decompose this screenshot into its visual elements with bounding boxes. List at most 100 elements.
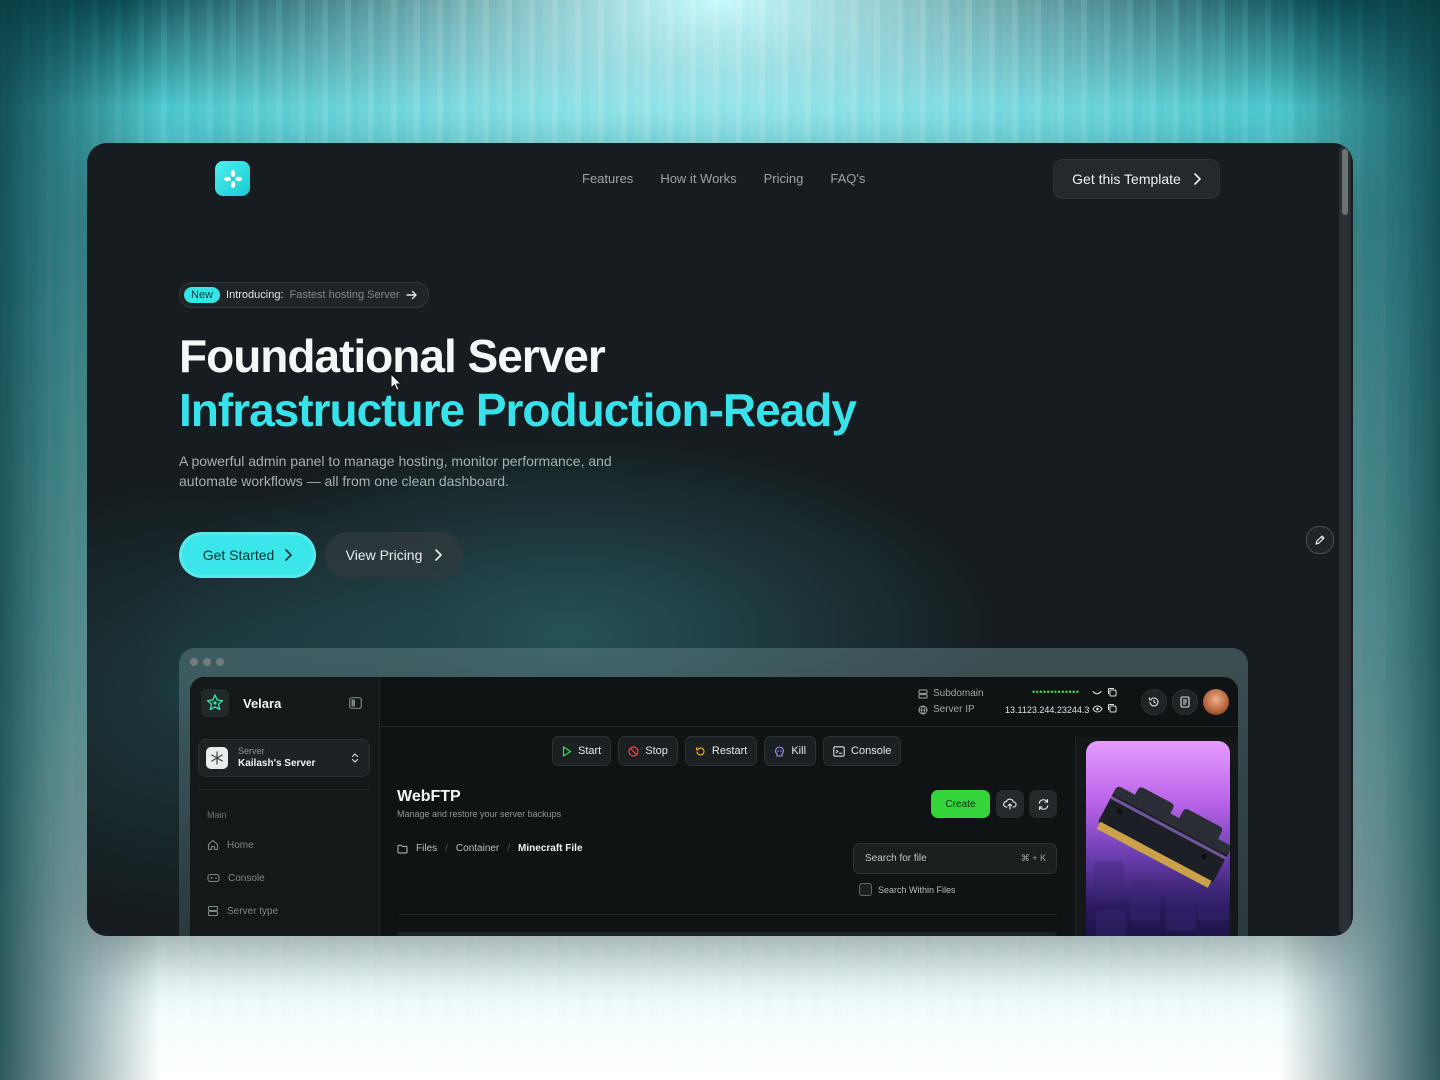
skull-icon	[775, 745, 785, 757]
view-pricing-label: View Pricing	[345, 547, 423, 563]
stop-icon	[628, 745, 639, 757]
sidebar-item-label: Server type	[227, 905, 279, 917]
history-button[interactable]	[1141, 689, 1167, 715]
hero-title: Foundational Server Infrastructure Produ…	[179, 329, 857, 437]
server-stack-icon	[207, 905, 219, 917]
main-nav: Features How it Works Pricing FAQ's	[582, 171, 865, 186]
sidebar-collapse-icon[interactable]	[349, 697, 362, 709]
stop-label: Stop	[645, 745, 668, 757]
breadcrumb-current: Minecraft File	[518, 843, 583, 854]
sidebar-divider	[198, 789, 370, 790]
get-started-label: Get Started	[202, 547, 275, 563]
globe-icon	[918, 705, 928, 714]
sidebar-item-label: Console	[228, 872, 265, 884]
upload-button[interactable]	[996, 790, 1024, 818]
app-topbar: Subdomain ••••••••••••• Server IP 13.112…	[380, 677, 1238, 727]
breadcrumb-files[interactable]: Files	[416, 843, 437, 854]
window-dot-minimize	[203, 658, 211, 666]
document-icon	[1180, 696, 1190, 708]
subdomain-label: Subdomain	[918, 688, 984, 699]
server-snowflake-icon	[206, 747, 228, 769]
scrollbar-thumb[interactable]	[1342, 149, 1348, 215]
app-frame: Velara Server Kailash's Server Main Home	[190, 677, 1238, 936]
search-within-files-checkbox[interactable]: Search Within Files	[859, 883, 956, 896]
edit-floating-button[interactable]	[1306, 526, 1334, 554]
server-hardware-card	[1075, 737, 1238, 936]
copy-icon[interactable]	[1107, 687, 1117, 697]
get-started-button[interactable]: Get Started	[179, 532, 316, 578]
breadcrumb-container[interactable]: Container	[456, 843, 499, 854]
chevron-up-down-icon	[351, 753, 359, 763]
hero-title-line-2: Infrastructure Production-Ready	[179, 384, 857, 436]
view-pricing-button[interactable]: View Pricing	[325, 532, 463, 578]
server-icon	[918, 689, 928, 698]
nav-link-pricing[interactable]: Pricing	[764, 171, 804, 186]
play-icon	[562, 745, 572, 757]
search-placeholder: Search for file	[865, 853, 927, 864]
server-selector[interactable]: Server Kailash's Server	[198, 739, 370, 777]
ram-module-image	[1086, 741, 1230, 936]
file-search-input[interactable]: Search for file ⌘ + K	[853, 843, 1057, 874]
pencil-icon	[1315, 535, 1325, 545]
content-divider	[397, 914, 1057, 915]
get-template-button[interactable]: Get this Template	[1053, 159, 1220, 199]
breadcrumb-separator: /	[507, 843, 511, 854]
server-ip-value: 13.1123.244.23244.3	[1005, 705, 1090, 715]
nav-link-faqs[interactable]: FAQ's	[830, 171, 865, 186]
eye-closed-icon[interactable]	[1092, 690, 1102, 697]
file-list-header	[397, 932, 1057, 936]
checkbox-label: Search Within Files	[878, 884, 956, 895]
page-subtitle: Manage and restore your server backups	[397, 809, 562, 819]
app-sidebar: Velara Server Kailash's Server Main Home	[190, 677, 380, 936]
subdomain-label-text: Subdomain	[933, 688, 984, 699]
search-shortcut-hint: ⌘ + K	[1020, 853, 1046, 863]
sparkle-logo-icon	[223, 169, 242, 188]
notes-button[interactable]	[1172, 689, 1198, 715]
checkbox-box[interactable]	[859, 883, 872, 896]
announcement-badge[interactable]: New Introducing: Fastest hosting Server	[179, 282, 429, 308]
console-button[interactable]: Console	[823, 736, 902, 766]
hero-subtitle: A powerful admin panel to manage hosting…	[179, 453, 612, 489]
eye-icon[interactable]	[1092, 705, 1103, 713]
copy-icon[interactable]	[1107, 703, 1117, 713]
dashboard-preview: Velara Server Kailash's Server Main Home	[179, 648, 1248, 936]
sidebar-item-server-type[interactable]: Server type	[207, 905, 278, 917]
start-button[interactable]: Start	[552, 736, 612, 766]
refresh-icon	[1038, 798, 1048, 810]
breadcrumb-separator: /	[445, 843, 448, 854]
app-logo[interactable]	[201, 689, 229, 717]
chevron-right-icon	[285, 549, 293, 561]
stop-button[interactable]: Stop	[618, 736, 678, 766]
badge-intro-text: Introducing:	[226, 289, 284, 301]
server-ip-label: Server IP	[918, 704, 975, 715]
terminal-icon	[833, 745, 845, 757]
subdomain-value: •••••••••••••	[1032, 687, 1080, 697]
home-icon	[207, 839, 219, 851]
window-dot-close	[190, 658, 198, 666]
window-dot-maximize	[216, 658, 224, 666]
restart-button[interactable]: Restart	[684, 736, 758, 766]
brand-logo[interactable]	[215, 161, 250, 196]
kill-label: Kill	[791, 745, 807, 757]
refresh-button[interactable]	[1029, 790, 1057, 818]
sidebar-section-main: Main	[207, 810, 227, 820]
server-ip-label-text: Server IP	[933, 704, 975, 715]
get-template-label: Get this Template	[1072, 171, 1181, 187]
folder-icon	[397, 844, 408, 853]
sidebar-item-home[interactable]: Home	[207, 839, 254, 851]
page-scrollbar[interactable]	[1339, 145, 1351, 934]
mouse-cursor-icon	[390, 373, 402, 391]
sidebar-item-console[interactable]: Console	[207, 872, 265, 884]
create-button[interactable]: Create	[931, 790, 990, 818]
nav-link-features[interactable]: Features	[582, 171, 633, 186]
kill-button[interactable]: Kill	[764, 736, 817, 766]
badge-new-tag: New	[184, 287, 221, 303]
gamepad-icon	[207, 873, 220, 883]
server-selector-label: Server	[238, 746, 265, 756]
cloud-upload-icon	[1003, 798, 1017, 810]
nav-link-how-it-works[interactable]: How it Works	[660, 171, 736, 186]
restart-label: Restart	[711, 745, 748, 757]
user-avatar[interactable]	[1203, 689, 1229, 715]
app-name: Velara	[243, 696, 282, 711]
window-controls	[190, 658, 224, 666]
